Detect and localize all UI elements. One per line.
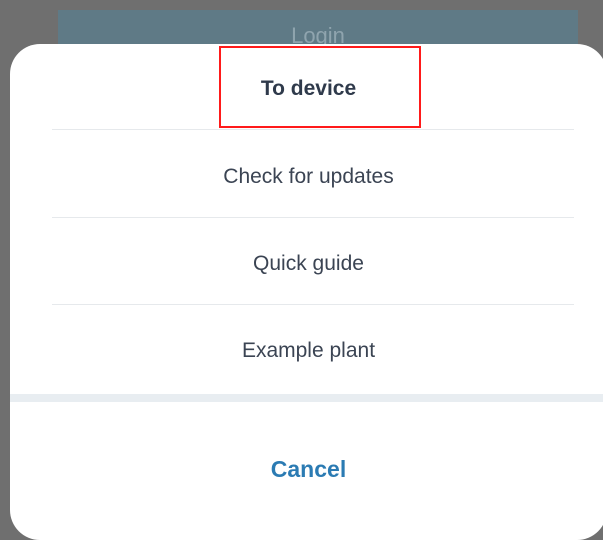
- divider: [52, 129, 574, 130]
- check-for-updates-option[interactable]: Check for updates: [10, 163, 603, 191]
- divider: [52, 304, 574, 305]
- example-plant-option[interactable]: Example plant: [10, 337, 603, 365]
- action-sheet: To device Check for updates Quick guide …: [10, 44, 603, 540]
- section-separator: [10, 394, 603, 402]
- quick-guide-option[interactable]: Quick guide: [10, 250, 603, 278]
- divider: [52, 217, 574, 218]
- cancel-button[interactable]: Cancel: [10, 453, 603, 485]
- to-device-option[interactable]: To device: [10, 75, 603, 103]
